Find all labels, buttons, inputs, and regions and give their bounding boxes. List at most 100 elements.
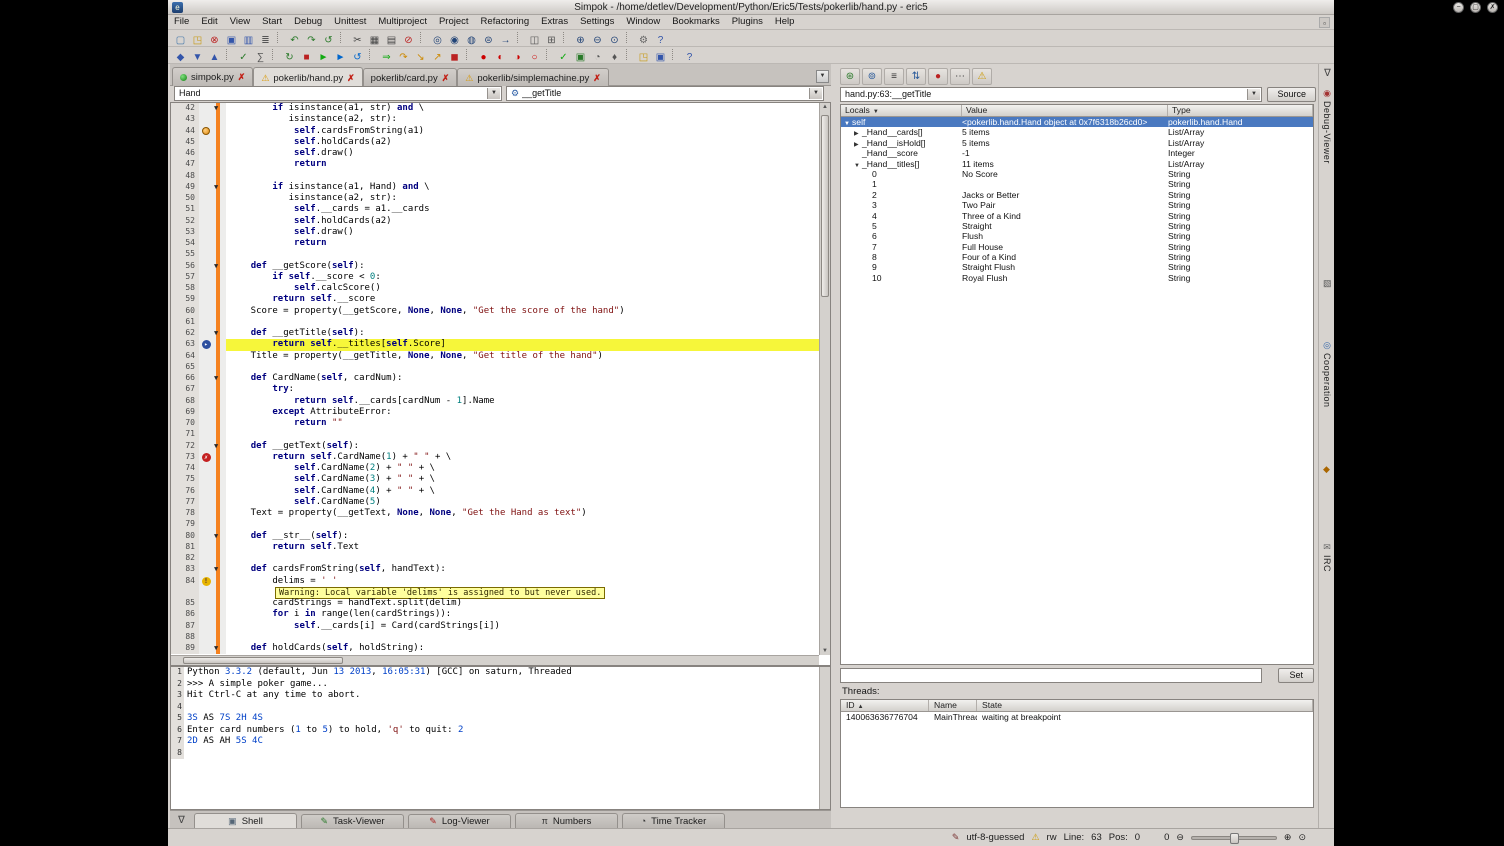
locals-row[interactable]: ▶_Hand__isHold[]5 itemsList/Array (841, 138, 1313, 148)
shell-line[interactable]: 4 (171, 702, 830, 714)
project-open-icon[interactable]: ◳ (635, 50, 652, 65)
debug-context-combobox[interactable]: hand.py:63:__getTitle ▼ (840, 87, 1262, 102)
replace-icon[interactable]: ⊜ (480, 33, 497, 48)
threads-header-state[interactable]: State (977, 700, 1313, 711)
locals-row[interactable]: ▼self<pokerlib.hand.Hand object at 0x7f6… (841, 117, 1313, 127)
code-line[interactable]: 69 except AttributeError: (171, 407, 819, 418)
step-out-icon[interactable]: ↗ (429, 50, 446, 65)
shell-line[interactable]: 3Hit Ctrl-C at any time to abort. (171, 690, 830, 702)
code-line[interactable]: 77 self.CardName(5) (171, 497, 819, 508)
locals-header-locals[interactable]: Locals▼ (841, 105, 962, 116)
editor-tab[interactable]: simpok.py✗ (172, 67, 253, 86)
code-line[interactable]: 61 (171, 317, 819, 328)
new-window-icon[interactable]: ◫ (526, 33, 543, 48)
split-view-icon[interactable]: ⊞ (543, 33, 560, 48)
locals-row[interactable]: 1String (841, 179, 1313, 189)
menu-bookmarks[interactable]: Bookmarks (666, 15, 726, 29)
editor-hscrollbar[interactable] (171, 655, 819, 665)
exceptions-icon[interactable]: ⚠ (972, 68, 992, 85)
global-variables-icon[interactable]: ⊚ (862, 68, 882, 85)
expand-icon[interactable]: ▶ (854, 140, 862, 148)
code-line[interactable]: 43 isinstance(a2, str): (171, 114, 819, 125)
fold-arrow-icon[interactable]: ▼ (214, 531, 218, 542)
delete-icon[interactable]: ⊘ (400, 33, 417, 48)
shell-vscrollbar[interactable] (819, 667, 830, 809)
menu-project[interactable]: Project (433, 15, 475, 29)
search-next-icon[interactable]: ◉ (446, 33, 463, 48)
autosave-icon[interactable]: ✓ (235, 50, 252, 65)
copy-icon[interactable]: ▦ (366, 33, 383, 48)
code-line[interactable]: 47 return (171, 159, 819, 170)
code-line[interactable]: 62▼ def __getTitle(self): (171, 328, 819, 339)
code-line[interactable]: 71 (171, 429, 819, 440)
menu-view[interactable]: View (224, 15, 256, 29)
code-line[interactable]: 54 return (171, 238, 819, 249)
editor-tab[interactable]: ⚠pokerlib/hand.py✗ (253, 67, 362, 88)
bottom-tab-log-viewer[interactable]: ✎Log-Viewer (408, 814, 511, 829)
new-file-icon[interactable]: ▢ (172, 33, 189, 48)
tab-list-button[interactable]: ▼ (816, 70, 829, 83)
fold-arrow-icon[interactable]: ▼ (214, 643, 218, 654)
thread-row[interactable]: 140063636776704MainThreadwaiting at brea… (841, 712, 1313, 722)
zoom-out-icon[interactable]: ⊖ (589, 33, 606, 48)
print-icon[interactable]: ≣ (257, 33, 274, 48)
side-tab-icon-a[interactable]: ▧ (1323, 278, 1332, 288)
locals-row[interactable]: 6FlushString (841, 231, 1313, 241)
close-tab-icon[interactable]: ✗ (442, 73, 450, 84)
editor-tab[interactable]: ⚠pokerlib/simplemachine.py✗ (457, 68, 609, 87)
project-save-icon[interactable]: ▣ (652, 50, 669, 65)
shell-line[interactable]: 2>>> A simple poker game... (171, 679, 830, 691)
code-line[interactable]: 83▼ def cardsFromString(self, handText): (171, 564, 819, 575)
zoom-slider[interactable] (1191, 836, 1277, 840)
editor-tab[interactable]: pokerlib/card.py✗ (363, 68, 458, 87)
threads-header-id[interactable]: ID▲ (841, 700, 929, 711)
menu-multiproject[interactable]: Multiproject (372, 15, 433, 29)
goto-line-icon[interactable]: → (497, 33, 514, 48)
locals-row[interactable]: 5StraightString (841, 221, 1313, 231)
code-line[interactable]: 58 self.calcScore() (171, 283, 819, 294)
shell-line[interactable]: 6Enter card numbers (1 to 5) to hold, 'q… (171, 725, 830, 737)
zoom-out-icon[interactable]: ⊖ (1176, 832, 1184, 843)
side-tab-cooperation[interactable]: ◎Cooperation (1319, 340, 1335, 408)
editor-vscrollbar[interactable]: ▲ ▼ (819, 103, 830, 655)
code-line[interactable]: 52 self.holdCards(a2) (171, 216, 819, 227)
whats-this-icon[interactable]: ? (681, 50, 698, 65)
code-line[interactable]: 86 for i in range(len(cardStrings)): (171, 609, 819, 620)
tasks-icon[interactable]: ▣ (572, 50, 589, 65)
breakpoint-toggle-icon[interactable]: ● (475, 50, 492, 65)
filter-icon[interactable]: ∇ (1322, 68, 1333, 79)
code-line[interactable]: 74 self.CardName(2) + " " + \ (171, 463, 819, 474)
menu-file[interactable]: File (168, 15, 195, 29)
code-line[interactable]: 76 self.CardName(4) + " " + \ (171, 486, 819, 497)
locals-header-type[interactable]: Type (1168, 105, 1313, 116)
shell-line[interactable]: 1Python 3.3.2 (default, Jun 13 2013, 16:… (171, 667, 830, 679)
stop-script-icon[interactable]: ■ (298, 50, 315, 65)
code-line[interactable]: 85 cardStrings = handText.split(delim) (171, 598, 819, 609)
threads-header-name[interactable]: Name (929, 700, 977, 711)
bookmark-prev-icon[interactable]: ▲ (206, 50, 223, 65)
side-tab-icon-b[interactable]: ◆ (1323, 464, 1330, 474)
unittest-icon[interactable]: ♦ (606, 50, 623, 65)
shell-line[interactable]: 72D AS AH 5S 4C (171, 736, 830, 748)
scroll-down-icon[interactable]: ▼ (822, 648, 828, 654)
shell-line[interactable]: 53S AS 7S 2H 4S (171, 713, 830, 725)
class-combobox[interactable]: Hand ▼ (174, 86, 502, 101)
menu-window[interactable]: Window (620, 15, 666, 29)
code-line[interactable]: 57 if self.__score < 0: (171, 272, 819, 283)
locals-row[interactable]: 4Three of a KindString (841, 211, 1313, 221)
error-marker-icon[interactable]: ✗ (202, 453, 211, 462)
code-line[interactable]: 67 try: (171, 384, 819, 395)
code-line[interactable]: 89▼ def holdCards(self, holdString): (171, 643, 819, 654)
menu-debug[interactable]: Debug (288, 15, 328, 29)
locals-row[interactable]: 10Royal FlushString (841, 273, 1313, 283)
variable-set-input[interactable] (840, 668, 1262, 683)
code-editor[interactable]: 42▼ if isinstance(a1, str) and \43 isins… (170, 102, 831, 666)
breakpoints-icon[interactable]: ● (928, 68, 948, 85)
code-line[interactable]: 60 Score = property(__getScore, None, No… (171, 306, 819, 317)
code-line[interactable]: 80▼ def __str__(self): (171, 531, 819, 542)
locals-row[interactable]: 3Two PairString (841, 200, 1313, 210)
menu-plugins[interactable]: Plugins (726, 15, 769, 29)
refresh-icon[interactable]: ↻ (281, 50, 298, 65)
locals-row[interactable]: 8Four of a KindString (841, 252, 1313, 262)
syntax-check-icon[interactable]: ✓ (555, 50, 572, 65)
